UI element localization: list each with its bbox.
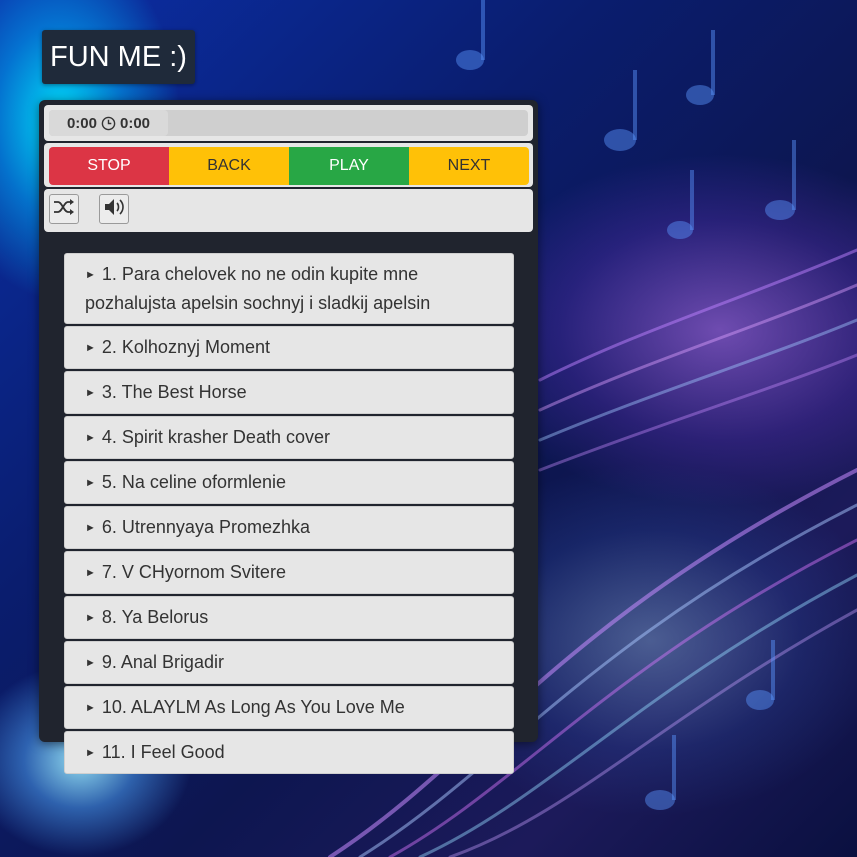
playlist-track[interactable]: ► 3. The Best Horse — [64, 371, 514, 414]
shuffle-icon — [53, 198, 75, 221]
shuffle-button[interactable] — [49, 194, 79, 224]
track-title: 5. Na celine oformlenie — [101, 472, 286, 492]
play-triangle-icon: ► — [85, 342, 96, 354]
playlist-track[interactable]: ► 6. Utrennyaya Promezhka — [64, 506, 514, 549]
playlist-track[interactable]: ► 10. ALAYLM As Long As You Love Me — [64, 686, 514, 729]
clock-icon — [101, 116, 116, 131]
track-title: 11. I Feel Good — [101, 742, 225, 762]
track-title: 1. Para chelovek no ne odin kupite mne p… — [85, 264, 431, 313]
track-title: 8. Ya Belorus — [101, 607, 209, 627]
playlist-track[interactable]: ► 5. Na celine oformlenie — [64, 461, 514, 504]
stop-button[interactable]: STOP — [49, 147, 169, 185]
volume-icon — [103, 197, 125, 222]
playlist-track[interactable]: ► 2. Kolhoznyj Moment — [64, 326, 514, 369]
playlist-track[interactable]: ► 4. Spirit krasher Death cover — [64, 416, 514, 459]
playlist: ► 1. Para chelovek no ne odin kupite mne … — [64, 253, 514, 776]
playlist-track[interactable]: ► 9. Anal Brigadir — [64, 641, 514, 684]
playback-controls: STOP BACK PLAY NEXT — [44, 143, 533, 187]
playlist-track[interactable]: ► 11. I Feel Good — [64, 731, 514, 774]
play-triangle-icon: ► — [85, 477, 96, 489]
play-triangle-icon: ► — [85, 269, 96, 281]
play-triangle-icon: ► — [85, 432, 96, 444]
play-button[interactable]: PLAY — [289, 147, 409, 185]
play-triangle-icon: ► — [85, 612, 96, 624]
track-title: 4. Spirit krasher Death cover — [101, 427, 330, 447]
next-button[interactable]: NEXT — [409, 147, 529, 185]
current-time: 0:00 — [66, 114, 97, 132]
volume-button[interactable] — [99, 194, 129, 224]
back-button[interactable]: BACK — [169, 147, 289, 185]
track-title: 9. Anal Brigadir — [101, 652, 224, 672]
playlist-track[interactable]: ► 8. Ya Belorus — [64, 596, 514, 639]
progress-bar[interactable]: 0:00 0:00 — [44, 105, 533, 141]
track-title: 10. ALAYLM As Long As You Love Me — [101, 697, 405, 717]
app-title: FUN ME :) — [42, 30, 195, 84]
playlist-track[interactable]: ► 1. Para chelovek no ne odin kupite mne … — [64, 253, 514, 324]
total-time: 0:00 — [120, 114, 151, 132]
track-title: 6. Utrennyaya Promezhka — [101, 517, 310, 537]
play-triangle-icon: ► — [85, 387, 96, 399]
play-triangle-icon: ► — [85, 747, 96, 759]
play-triangle-icon: ► — [85, 567, 96, 579]
time-readout: 0:00 0:00 — [49, 110, 168, 136]
play-triangle-icon: ► — [85, 522, 96, 534]
play-triangle-icon: ► — [85, 702, 96, 714]
track-title: 3. The Best Horse — [101, 382, 247, 402]
playlist-track[interactable]: ► 7. V CHyornom Svitere — [64, 551, 514, 594]
play-triangle-icon: ► — [85, 657, 96, 669]
extra-controls — [44, 189, 533, 232]
music-player: 0:00 0:00 STOP BACK PLAY NEXT ► 1. Para … — [39, 100, 538, 774]
track-title: 7. V CHyornom Svitere — [101, 562, 286, 582]
track-title: 2. Kolhoznyj Moment — [101, 337, 270, 357]
